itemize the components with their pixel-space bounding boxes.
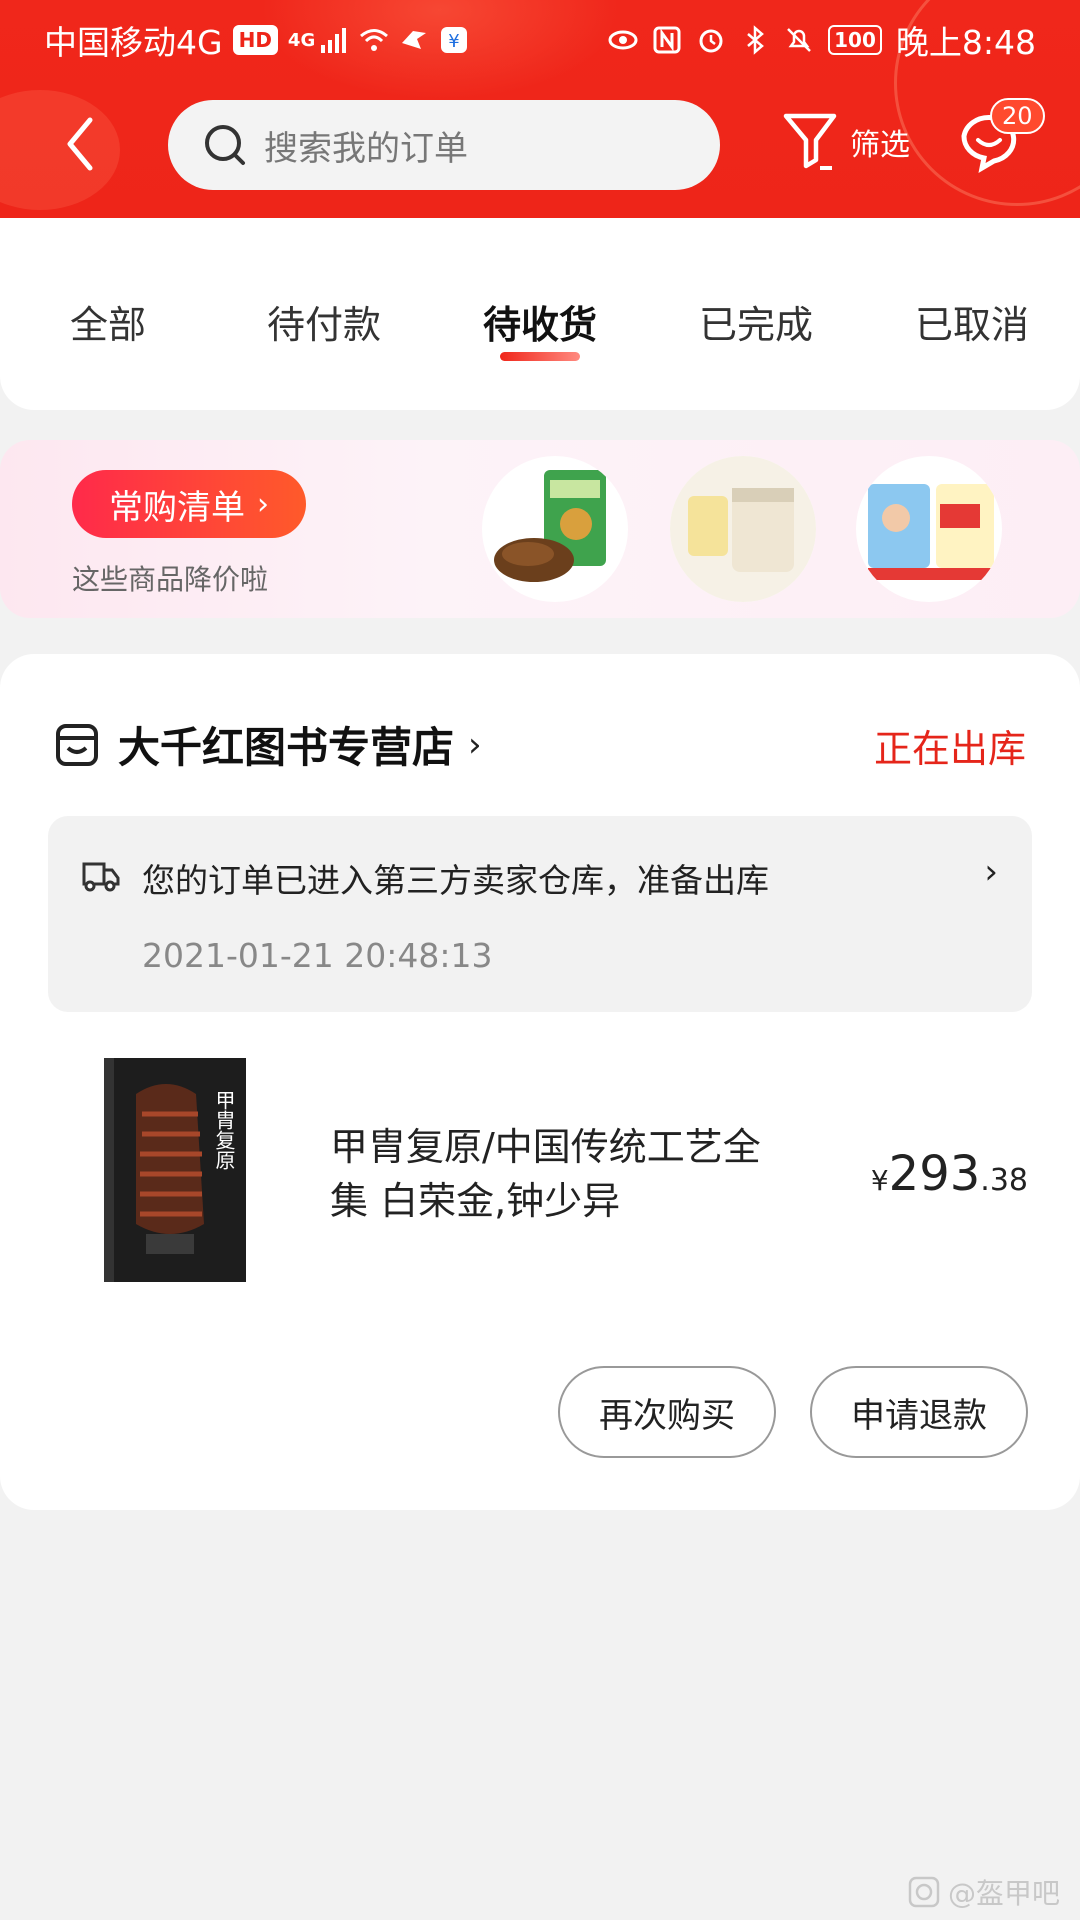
- search-icon: [205, 125, 245, 165]
- dog-food-image: [494, 470, 606, 582]
- price-integer: 293: [888, 1146, 981, 1202]
- filter-icon: [783, 113, 837, 170]
- book-cover-image: 甲胄复原: [104, 1058, 246, 1282]
- frequent-purchase-banner[interactable]: 常购清单 › 这些商品降价啦: [0, 440, 1080, 618]
- chevron-right-icon: ›: [984, 852, 998, 892]
- diapers-image: [868, 484, 994, 580]
- bluetooth-icon: [747, 25, 765, 55]
- price-currency: ¥: [870, 1164, 889, 1197]
- banner-subtitle: 这些商品降价啦: [72, 563, 269, 596]
- bird-app-icon: [402, 31, 427, 49]
- back-arrow-icon[interactable]: [56, 114, 106, 174]
- clock-label: 晚上8:48: [895, 23, 1036, 62]
- frequent-purchase-label: 常购清单: [109, 487, 245, 528]
- filter-label: 筛选: [850, 128, 910, 163]
- wifi-icon: [360, 29, 389, 51]
- frequent-purchase-button[interactable]: 常购清单 ›: [72, 470, 306, 538]
- search-placeholder: 搜索我的订单: [264, 128, 468, 169]
- svg-text:¥: ¥: [449, 31, 460, 52]
- message-badge: 20: [990, 98, 1045, 134]
- network-type-label: 4G: [287, 29, 316, 51]
- alarm-icon: [699, 29, 723, 53]
- order-status: 正在出库: [873, 727, 1026, 771]
- tab-cancelled[interactable]: 已取消: [915, 294, 1029, 349]
- shop-header[interactable]: 大千红图书专营店 ›: [54, 714, 482, 775]
- search-input[interactable]: 搜索我的订单: [168, 100, 720, 190]
- filter-button[interactable]: 筛选: [780, 110, 910, 174]
- delivery-truck-icon: [82, 862, 120, 892]
- header: 中国移动4G HD 4G ¥ 100 晚上8:48 搜索我的订单 筛选 20: [0, 0, 1080, 220]
- product-title[interactable]: 甲胄复原/中国传统工艺全集 白荣金,钟少异: [330, 1120, 790, 1228]
- shop-name[interactable]: 大千红图书专营店: [118, 714, 454, 775]
- status-bar: 中国移动4G HD 4G ¥ 100 晚上8:48: [0, 0, 1080, 76]
- shopping-app-icon: ¥: [441, 27, 468, 53]
- tab-all[interactable]: 全部: [70, 294, 146, 349]
- logistics-timestamp: 2021-01-21 20:48:13: [142, 936, 493, 975]
- carrier-label: 中国移动4G: [44, 23, 223, 62]
- battery-icon: 100: [828, 25, 882, 55]
- logistics-message: 您的订单已进入第三方卖家仓库，准备出库: [142, 861, 769, 900]
- nfc-icon: [653, 26, 681, 54]
- honey-jar-image: [670, 456, 816, 602]
- tab-pending-payment[interactable]: 待付款: [267, 294, 381, 349]
- hd-icon: HD: [232, 25, 278, 55]
- price-decimal: .38: [980, 1163, 1028, 1198]
- top-bar: 搜索我的订单 筛选 20: [0, 92, 1080, 196]
- active-tab-indicator: [500, 352, 580, 361]
- product-image[interactable]: 甲胄复原: [96, 1054, 254, 1286]
- order-card[interactable]: 大千红图书专营店 › 正在出库 您的订单已进入第三方卖家仓库，准备出库 2021…: [0, 654, 1080, 1510]
- watermark-logo-icon: [908, 1876, 940, 1908]
- mute-icon: [787, 28, 812, 52]
- tab-completed[interactable]: 已完成: [699, 294, 813, 349]
- watermark-text: @盔甲吧: [947, 1877, 1060, 1910]
- logistics-panel[interactable]: 您的订单已进入第三方卖家仓库，准备出库 2021-01-21 20:48:13 …: [48, 816, 1032, 1012]
- chevron-right-icon: ›: [468, 724, 482, 765]
- product-thumb-honey[interactable]: [670, 456, 816, 602]
- shop-icon: [56, 723, 98, 766]
- product-price: ¥293.38: [871, 1146, 1028, 1202]
- tab-pending-receipt[interactable]: 待收货: [483, 294, 597, 349]
- buy-again-button[interactable]: 再次购买: [558, 1366, 776, 1458]
- watermark: @盔甲吧: [908, 1872, 1060, 1912]
- product-thumb-diapers[interactable]: [856, 456, 1002, 602]
- order-tabs: 全部 待付款 待收货 已完成 已取消: [0, 218, 1080, 410]
- eye-icon: [608, 30, 638, 50]
- signal-icon: [321, 28, 347, 53]
- product-thumb-dog-food[interactable]: [482, 456, 628, 602]
- book-cover-title: 甲胄复原: [212, 1090, 236, 1170]
- chevron-right-icon: ›: [257, 486, 269, 522]
- request-refund-button[interactable]: 申请退款: [810, 1366, 1028, 1458]
